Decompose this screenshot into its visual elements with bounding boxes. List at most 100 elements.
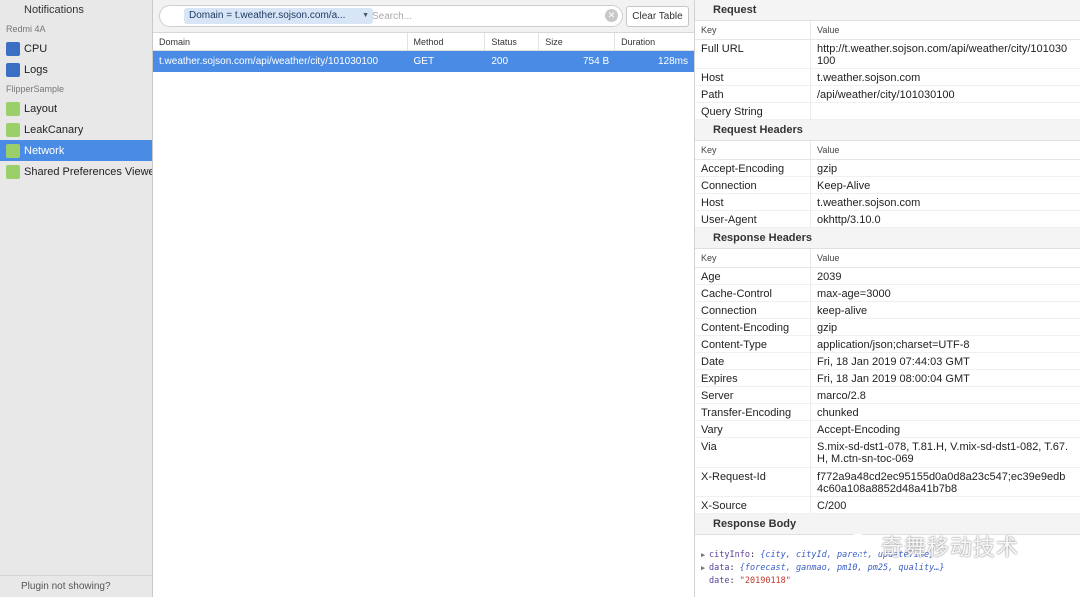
row-value[interactable]: t.weather.sojson.com [811, 194, 1075, 210]
column-header-duration[interactable]: Duration [615, 33, 694, 50]
filter-token-label: Domain = t.weather.sojson.com/a... [189, 10, 346, 21]
value-column-header: Value [817, 253, 840, 263]
domain-filter-token[interactable]: Domain = t.weather.sojson.com/a... ▼ [184, 8, 373, 24]
response-header-row: X-Source C/200 [695, 497, 1080, 514]
json-string-value: "20190118" [739, 576, 791, 586]
response-header-row: Content-Encoding gzip [695, 319, 1080, 336]
column-header-method[interactable]: Method [408, 33, 486, 50]
request-row-query-string: Query String [695, 103, 1080, 120]
row-key: Date [695, 353, 811, 369]
table-row[interactable]: t.weather.sojson.com/api/weather/city/10… [153, 51, 694, 72]
sidebar-item-label: Logs [24, 63, 48, 76]
json-line[interactable]: ▶ data: {forecast, ganmao, pm10, pm25, qu… [701, 562, 1074, 575]
row-value[interactable]: gzip [811, 160, 1075, 176]
wechat-logo-icon [847, 533, 874, 557]
response-headers-table-header: Key Value [695, 249, 1080, 268]
app-group-label: FlipperSample [6, 84, 65, 94]
request-headers-section-title[interactable]: Request Headers [695, 120, 1080, 141]
row-value[interactable]: chunked [811, 404, 1075, 420]
notifications-header[interactable]: Notifications [0, 0, 152, 20]
clear-table-button[interactable]: Clear Table [626, 6, 689, 27]
row-key: Query String [695, 103, 811, 119]
response-header-row: Connection keep-alive [695, 302, 1080, 319]
row-value[interactable]: Accept-Encoding [811, 421, 1075, 437]
row-key: Connection [695, 177, 811, 193]
row-value[interactable]: C/200 [811, 497, 1075, 513]
expand-caret-icon[interactable]: ▶ [701, 549, 709, 562]
response-header-row: Age 2039 [695, 268, 1080, 285]
column-header-size[interactable]: Size [539, 33, 616, 50]
search-input[interactable] [372, 8, 592, 24]
chevron-down-icon[interactable]: ▼ [362, 8, 369, 24]
row-value[interactable]: marco/2.8 [811, 387, 1075, 403]
layout-plugin-icon [6, 101, 20, 116]
row-key: Vary [695, 421, 811, 437]
column-header-domain[interactable]: Domain [153, 33, 408, 50]
row-value[interactable]: Fri, 18 Jan 2019 07:44:03 GMT [811, 353, 1075, 369]
value-column-header: Value [817, 25, 840, 35]
json-key: data [709, 563, 730, 573]
row-key: Transfer-Encoding [695, 404, 811, 420]
row-value[interactable]: max-age=3000 [811, 285, 1075, 301]
row-value[interactable]: 2039 [811, 268, 1075, 284]
cell-status: 200 [491, 56, 509, 67]
row-key: Host [695, 69, 811, 85]
row-key: Age [695, 268, 811, 284]
row-key: Full URL [695, 40, 811, 68]
sidebar-item-cpu[interactable]: CPU [0, 38, 152, 59]
request-header-row: User-Agent okhttp/3.10.0 [695, 211, 1080, 228]
cell-duration: 128ms [657, 56, 688, 67]
row-value[interactable]: t.weather.sojson.com [811, 69, 1075, 85]
response-headers-section-title[interactable]: Response Headers [695, 228, 1080, 249]
row-value[interactable]: okhttp/3.10.0 [811, 211, 1075, 227]
request-row-full-url: Full URL http://t.weather.sojson.com/api… [695, 40, 1080, 69]
json-key: cityInfo [709, 550, 750, 560]
cell-method: GET [413, 56, 435, 67]
request-section-title[interactable]: Request [695, 0, 1080, 21]
row-value[interactable]: http://t.weather.sojson.com/api/weather/… [811, 40, 1075, 68]
sidebar-item-label: LeakCanary [24, 123, 84, 136]
column-header-status[interactable]: Status [485, 33, 540, 50]
sidebar-item-layout[interactable]: Layout [0, 98, 152, 119]
response-header-row: Via S.mix-sd-dst1-078, T.81.H, V.mix-sd-… [695, 438, 1080, 468]
response-header-row: Transfer-Encoding chunked [695, 404, 1080, 421]
table-header: Domain Method Status Size Duration [153, 33, 694, 51]
logs-plugin-icon [6, 62, 20, 77]
response-header-row: Vary Accept-Encoding [695, 421, 1080, 438]
row-key: Path [695, 86, 811, 102]
row-key: Host [695, 194, 811, 210]
row-value[interactable]: S.mix-sd-dst1-078, T.81.H, V.mix-sd-dst1… [811, 438, 1075, 467]
sidebar-item-logs[interactable]: Logs [0, 59, 152, 80]
response-header-row: Cache-Control max-age=3000 [695, 285, 1080, 302]
row-key: Connection [695, 302, 811, 318]
watermark-text: 奇舞移动技术 [881, 536, 1020, 561]
row-key: X-Request-Id [695, 468, 811, 496]
search-bar[interactable]: Domain = t.weather.sojson.com/a... ▼ ✕ [159, 5, 623, 27]
row-key: X-Source [695, 497, 811, 513]
sidebar-item-shared-preferences[interactable]: Shared Preferences Viewer [0, 161, 152, 182]
sidebar-item-network[interactable]: Network [0, 140, 152, 161]
key-column-header: Key [695, 141, 811, 159]
row-value[interactable]: Fri, 18 Jan 2019 08:00:04 GMT [811, 370, 1075, 386]
key-column-header: Key [695, 21, 811, 39]
row-value[interactable]: /api/weather/city/101030100 [811, 86, 1075, 102]
sidebar-item-label: Layout [24, 102, 58, 115]
row-value[interactable]: application/json;charset=UTF-8 [811, 336, 1075, 352]
json-summary: {forecast, ganmao, pm10, pm25, quality…} [739, 563, 945, 573]
request-header-row: Accept-Encoding gzip [695, 160, 1080, 177]
response-header-row: Expires Fri, 18 Jan 2019 08:00:04 GMT [695, 370, 1080, 387]
row-value[interactable]: gzip [811, 319, 1075, 335]
row-value[interactable]: f772a9a48cd2ec95155d0a0d8a23c547;ec39e9e… [811, 468, 1075, 496]
sidebar-item-leakcanary[interactable]: LeakCanary [0, 119, 152, 140]
request-header-row: Connection Keep-Alive [695, 177, 1080, 194]
response-header-row: Content-Type application/json;charset=UT… [695, 336, 1080, 353]
cell-size: 754 B [583, 56, 610, 67]
row-value[interactable] [811, 103, 1075, 119]
clear-search-icon[interactable]: ✕ [605, 9, 618, 22]
response-header-row: Server marco/2.8 [695, 387, 1080, 404]
row-value[interactable]: keep-alive [811, 302, 1075, 318]
row-value[interactable]: Keep-Alive [811, 177, 1075, 193]
response-header-row: X-Request-Id f772a9a48cd2ec95155d0a0d8a2… [695, 468, 1080, 497]
expand-caret-icon[interactable]: ▶ [701, 562, 709, 575]
plugin-not-showing-link[interactable]: Plugin not showing? [0, 575, 152, 597]
